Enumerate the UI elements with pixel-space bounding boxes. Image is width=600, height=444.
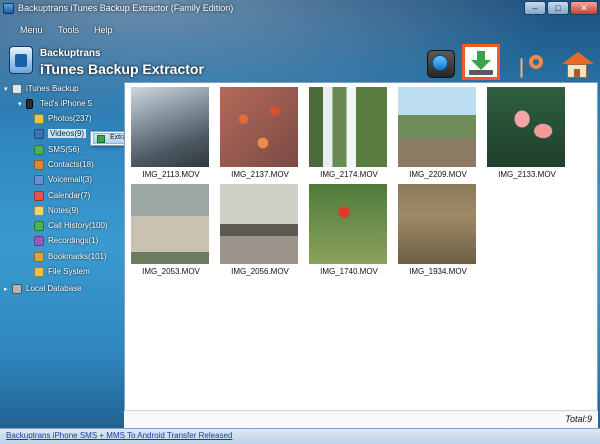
video-item[interactable]: IMG_2053.MOV: [131, 184, 211, 276]
tree-item-label: Voicemail(3): [48, 175, 93, 185]
tree-item-label: Videos(9): [48, 129, 87, 139]
brand-logo-icon: [9, 46, 33, 74]
iphone-icon: [26, 99, 33, 109]
video-thumbnail[interactable]: [398, 87, 476, 167]
tree-item-label: Calendar(7): [48, 190, 91, 200]
home-icon[interactable]: [561, 48, 595, 82]
video-item[interactable]: IMG_2209.MOV: [398, 87, 478, 179]
menu-bar: Menu Tools Help: [0, 22, 200, 38]
video-filename: IMG_2174.MOV: [320, 170, 378, 179]
app-window: Backuptrans iTunes Backup Extractor (Fam…: [0, 0, 600, 444]
news-link[interactable]: Backuptrans iPhone SMS + MMS To Android …: [6, 431, 232, 440]
folder-icon: [34, 267, 44, 277]
video-item[interactable]: IMG_2174.MOV: [309, 87, 389, 179]
video-item[interactable]: IMG_1934.MOV: [398, 184, 478, 276]
contacts-icon: [34, 159, 44, 170]
video-filename: IMG_2137.MOV: [231, 170, 289, 179]
video-item[interactable]: IMG_2113.MOV: [131, 87, 211, 179]
window-title: Backuptrans iTunes Backup Extractor (Fam…: [18, 3, 234, 13]
register-key-icon[interactable]: [515, 48, 549, 82]
call-history-icon: [34, 221, 44, 232]
footer-bar: Backuptrans iPhone SMS + MMS To Android …: [0, 428, 600, 444]
video-item[interactable]: IMG_2056.MOV: [220, 184, 300, 276]
status-bar: Total:9: [124, 410, 598, 428]
collapse-icon[interactable]: ▾: [18, 101, 25, 108]
collapse-icon[interactable]: ▾: [4, 86, 11, 93]
app-icon: [3, 3, 14, 14]
close-button[interactable]: ✕: [570, 1, 598, 15]
menu-menu[interactable]: Menu: [20, 25, 43, 35]
menu-help[interactable]: Help: [94, 25, 113, 35]
voicemail-icon: [34, 175, 44, 186]
tree-item-label: Recordings(1): [48, 236, 99, 246]
video-thumbnail[interactable]: [309, 87, 387, 167]
brand-product: iTunes Backup Extractor: [40, 61, 204, 77]
tree-item-label: Bookmarks(101): [48, 251, 107, 261]
video-thumbnail[interactable]: [309, 184, 387, 264]
video-thumbnail[interactable]: [398, 184, 476, 264]
tree-item-label: File System: [48, 267, 90, 276]
tree-item-label: Contacts(18): [48, 159, 94, 169]
menu-tools[interactable]: Tools: [58, 25, 79, 35]
video-thumbnail[interactable]: [131, 184, 209, 264]
total-count: Total:9: [565, 414, 592, 424]
video-thumbnail[interactable]: [220, 87, 298, 167]
tree-item-label: Notes(9): [48, 205, 79, 215]
maximize-button[interactable]: □: [547, 1, 569, 15]
video-filename: IMG_2056.MOV: [231, 267, 289, 276]
video-filename: IMG_2209.MOV: [409, 170, 467, 179]
tree-item-label: Call History(100): [48, 221, 108, 231]
brand-name: Backuptrans: [40, 48, 101, 59]
recordings-icon: [34, 236, 44, 247]
itunes-backup-icon: [12, 84, 22, 94]
video-item[interactable]: IMG_2137.MOV: [220, 87, 300, 179]
tree-item-label: SMS(56): [48, 144, 80, 154]
notes-icon: [34, 205, 44, 216]
extract-download-icon[interactable]: [462, 44, 500, 80]
videos-icon: [34, 129, 44, 140]
expand-icon[interactable]: ▸: [4, 286, 11, 293]
video-filename: IMG_2053.MOV: [142, 267, 200, 276]
video-filename: IMG_1740.MOV: [320, 267, 378, 276]
photos-icon: [34, 114, 44, 124]
video-filename: IMG_2113.MOV: [142, 170, 200, 179]
video-thumbnail[interactable]: [131, 87, 209, 167]
video-item[interactable]: IMG_2133.MOV: [487, 87, 567, 179]
video-thumbnail[interactable]: [487, 87, 565, 167]
extract-icon: [97, 135, 105, 143]
minimize-button[interactable]: –: [524, 1, 546, 15]
database-icon: [12, 284, 22, 294]
tree-item-label: Photos(237): [48, 114, 92, 123]
video-item[interactable]: IMG_1740.MOV: [309, 184, 389, 276]
calendar-icon: [34, 190, 44, 201]
video-thumbnail[interactable]: [220, 184, 298, 264]
title-bar: Backuptrans iTunes Backup Extractor (Fam…: [0, 0, 600, 18]
video-grid: IMG_2113.MOV IMG_2137.MOV IMG_2174.MOV IMG_…: [124, 82, 598, 428]
transfer-to-itunes-icon[interactable]: [425, 48, 459, 82]
video-filename: IMG_1934.MOV: [409, 267, 467, 276]
sms-icon: [34, 144, 44, 155]
bookmarks-icon: [34, 251, 44, 262]
video-filename: IMG_2133.MOV: [498, 170, 556, 179]
